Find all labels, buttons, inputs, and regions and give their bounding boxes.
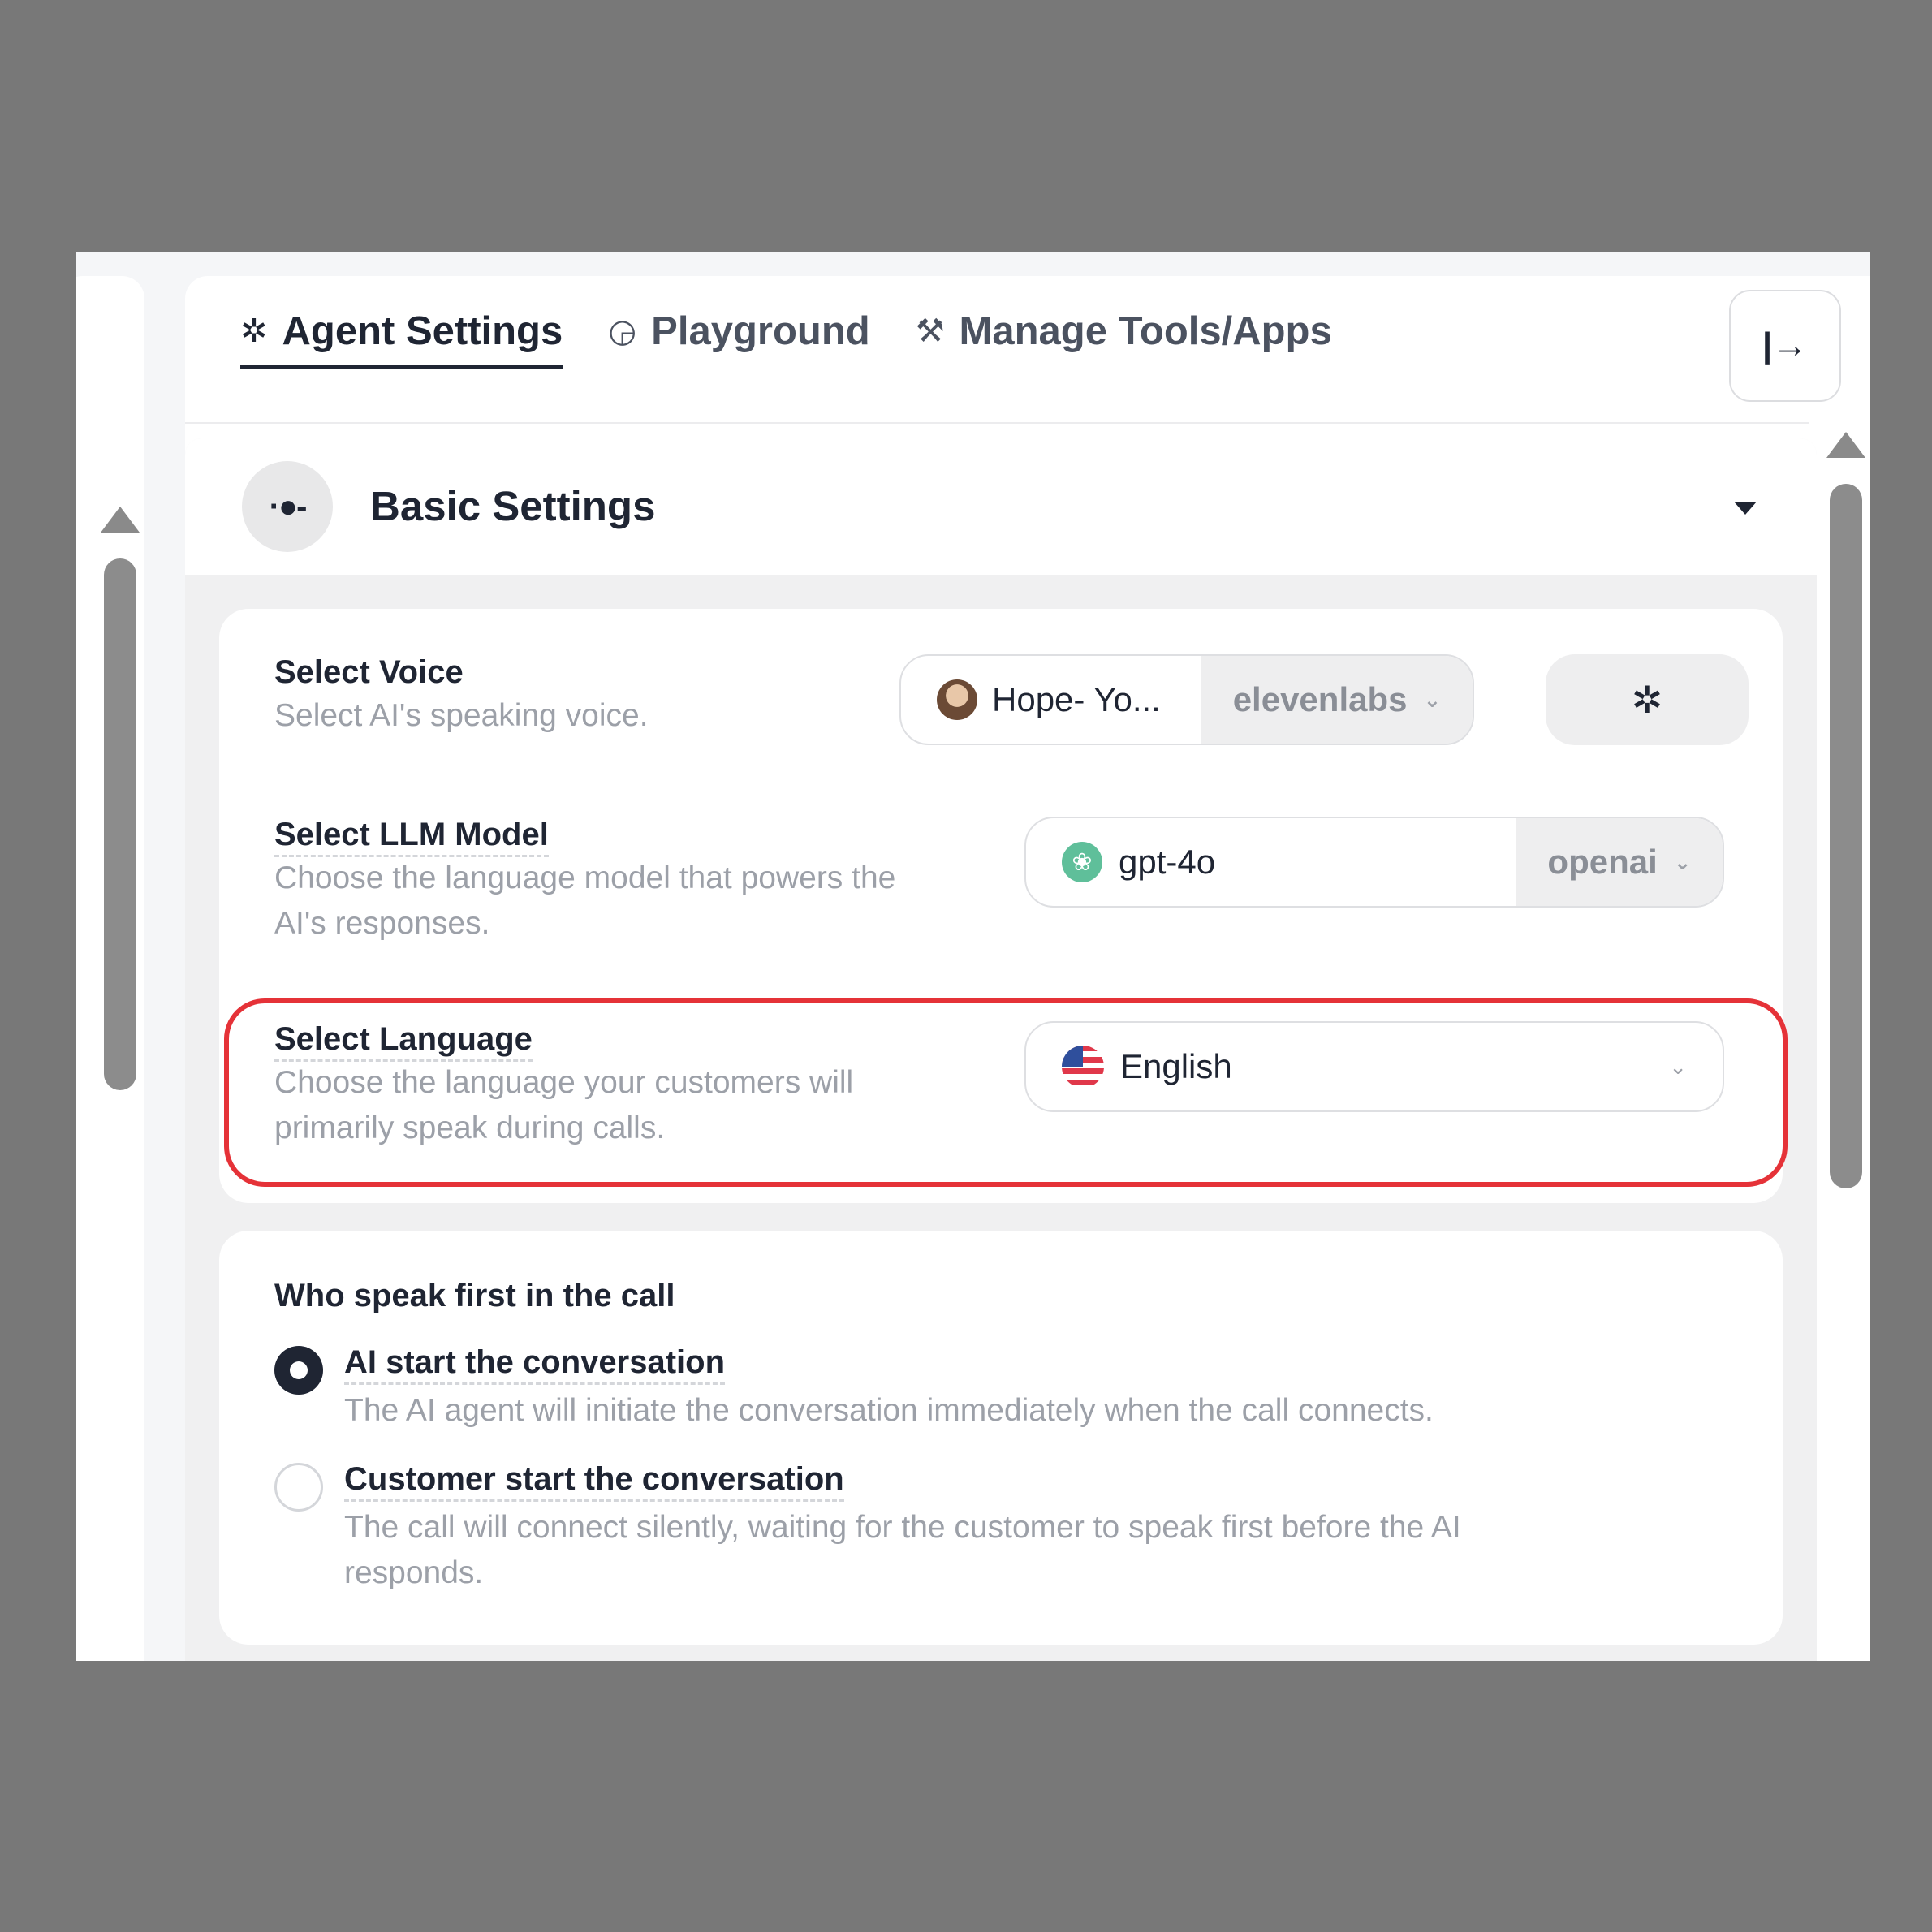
llm-label: Select LLM Model bbox=[274, 817, 549, 857]
voice-value: Hope- Yo... bbox=[992, 680, 1161, 718]
tab-manage-tools[interactable]: ⚒ Manage Tools/Apps bbox=[916, 308, 1332, 369]
radio-ai-start[interactable] bbox=[274, 1346, 323, 1395]
right-scroll-up-arrow[interactable] bbox=[1826, 432, 1865, 458]
voice-provider-select[interactable]: elevenlabs ⌄ bbox=[1201, 656, 1473, 744]
agent-panel: ✲ Agent Settings ◶ Playground ⚒ Manage T… bbox=[185, 276, 1870, 1661]
option-customer-start-description-line1: The call will connect silently, waiting … bbox=[344, 1510, 1461, 1545]
voice-description: Select AI's speaking voice. bbox=[274, 698, 649, 733]
section-title: Basic Settings bbox=[370, 483, 656, 529]
option-ai-start-description: The AI agent will initiate the conversat… bbox=[344, 1393, 1434, 1428]
tab-playground[interactable]: ◶ Playground bbox=[608, 308, 869, 369]
tab-label: Playground bbox=[651, 309, 870, 353]
llm-select[interactable]: ❀ gpt-4o openai ⌄ bbox=[1024, 817, 1724, 908]
us-flag-icon bbox=[1062, 1046, 1104, 1088]
radio-customer-start[interactable] bbox=[274, 1463, 323, 1512]
caret-down-icon[interactable] bbox=[1734, 502, 1757, 515]
option-ai-start-label[interactable]: AI start the conversation bbox=[344, 1344, 726, 1385]
tab-label: Agent Settings bbox=[282, 309, 563, 353]
llm-provider: openai bbox=[1547, 843, 1658, 881]
voice-provider: elevenlabs bbox=[1232, 680, 1408, 718]
llm-value: gpt-4o bbox=[1119, 843, 1216, 881]
right-scrollbar-thumb[interactable] bbox=[1830, 484, 1862, 1188]
gear-icon: ✲ bbox=[1631, 679, 1663, 721]
exit-icon: |→ bbox=[1762, 326, 1809, 365]
playground-icon: ◶ bbox=[608, 313, 637, 349]
option-customer-start-description-line2: responds. bbox=[344, 1555, 484, 1590]
llm-provider-select[interactable]: openai ⌄ bbox=[1516, 818, 1723, 906]
llm-description-line2: AI's responses. bbox=[274, 906, 490, 941]
tab-label: Manage Tools/Apps bbox=[959, 309, 1332, 353]
left-scrollbar-thumb[interactable] bbox=[104, 558, 136, 1090]
language-select[interactable]: English ⌄ bbox=[1024, 1021, 1724, 1112]
llm-description-line1: Choose the language model that powers th… bbox=[274, 860, 896, 895]
gear-icon: ✲ bbox=[240, 313, 268, 349]
language-value: English bbox=[1120, 1047, 1232, 1085]
tab-bar: ✲ Agent Settings ◶ Playground ⚒ Manage T… bbox=[240, 308, 1378, 369]
voice-label: Select Voice bbox=[274, 654, 464, 690]
settings-scroll-area: ·●- Basic Settings Select Voice Select A… bbox=[185, 438, 1817, 1661]
language-description-line1: Choose the language your customers will bbox=[274, 1065, 854, 1100]
wrench-icon: ⚒ bbox=[915, 313, 945, 349]
tab-agent-settings[interactable]: ✲ Agent Settings bbox=[240, 308, 563, 369]
left-scroll-up-arrow[interactable] bbox=[101, 507, 140, 533]
app-window: ✲ Agent Settings ◶ Playground ⚒ Manage T… bbox=[76, 252, 1870, 1661]
chevron-down-icon: ⌄ bbox=[1673, 849, 1692, 874]
tab-divider bbox=[185, 422, 1809, 424]
chevron-down-icon: ⌄ bbox=[1423, 687, 1442, 712]
language-description-line2: primarily speak during calls. bbox=[274, 1110, 666, 1145]
chevron-down-icon: ⌄ bbox=[1669, 1054, 1687, 1079]
openai-icon: ❀ bbox=[1062, 842, 1102, 882]
model-settings-card: Select Voice Select AI's speaking voice.… bbox=[219, 609, 1788, 1203]
option-customer-start-label[interactable]: Customer start the conversation bbox=[344, 1461, 844, 1502]
language-label: Select Language bbox=[274, 1021, 533, 1062]
voice-settings-button[interactable]: ✲ bbox=[1546, 654, 1749, 745]
voice-select[interactable]: Hope- Yo... elevenlabs ⌄ bbox=[899, 654, 1474, 745]
first-speaker-card: Who speak first in the call AI start the… bbox=[219, 1231, 1783, 1645]
voice-avatar bbox=[937, 679, 977, 720]
section-icon: ·●- bbox=[242, 461, 333, 552]
basic-settings-header[interactable]: ·●- Basic Settings bbox=[185, 438, 1817, 575]
first-speaker-question: Who speak first in the call bbox=[274, 1278, 675, 1313]
exit-panel-button[interactable]: |→ bbox=[1729, 290, 1841, 402]
